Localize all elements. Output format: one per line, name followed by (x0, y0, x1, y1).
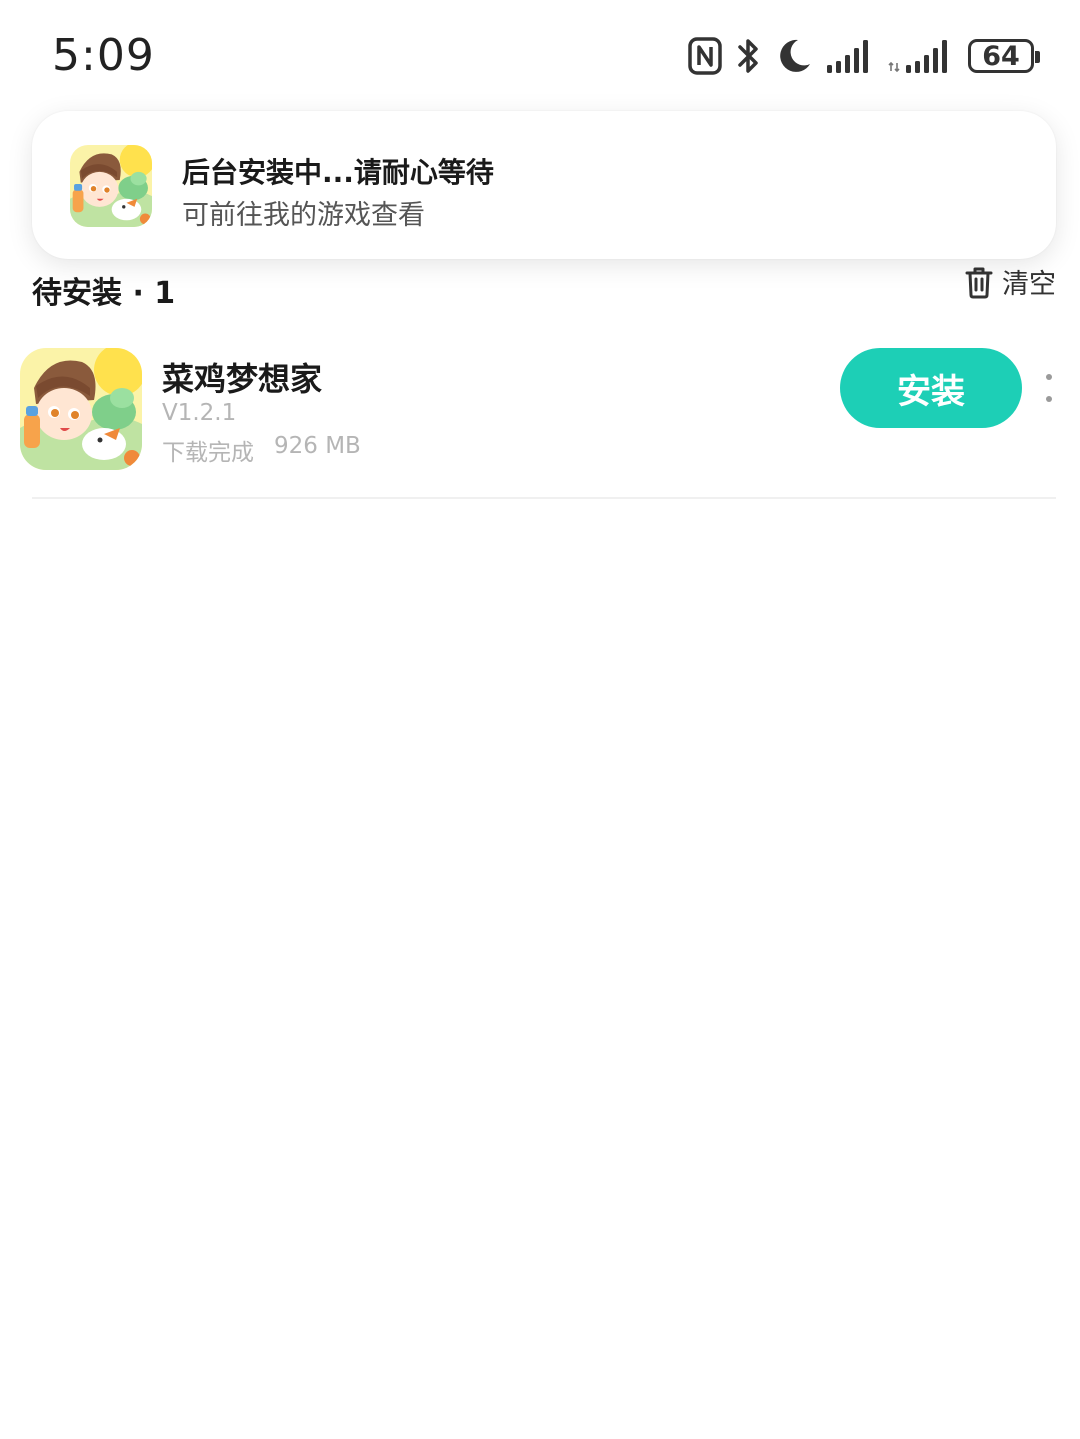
app-name: 菜鸡梦想家 (162, 360, 323, 398)
install-notification[interactable]: 后台安装中...请耐心等待 可前往我的游戏查看 (32, 111, 1056, 259)
install-button[interactable]: 安装 (840, 348, 1022, 428)
divider (32, 497, 1056, 499)
bluetooth-icon (738, 39, 758, 73)
file-size: 926 MB (274, 433, 361, 459)
pending-install-title: 待安装 · 1 (32, 276, 176, 311)
battery-icon: 64 (968, 39, 1040, 73)
status-time: 5:09 (52, 30, 155, 81)
notification-title: 后台安装中...请耐心等待 (182, 156, 494, 189)
battery-level: 64 (982, 40, 1020, 72)
nfc-icon (688, 37, 722, 75)
more-options-icon[interactable] (1040, 374, 1058, 402)
status-icons: 64 (688, 34, 1040, 78)
app-version: V1.2.1 (162, 400, 237, 426)
list-item[interactable]: 菜鸡梦想家 V1.2.1 下载完成 926 MB 安装 (0, 330, 1080, 500)
signal-icon (827, 40, 868, 73)
status-bar: 5:09 64 (0, 0, 1080, 110)
notification-subtitle: 可前往我的游戏查看 (182, 200, 425, 231)
clear-label: 清空 (1002, 269, 1056, 300)
signal-icon (888, 40, 947, 73)
app-icon (70, 145, 152, 227)
clear-button[interactable]: 清空 (964, 262, 1056, 301)
app-download-status: 下载完成 926 MB (162, 433, 361, 467)
moon-icon (780, 39, 810, 72)
app-icon (20, 348, 142, 470)
trash-icon (965, 267, 993, 298)
download-status-text: 下载完成 (162, 440, 254, 466)
